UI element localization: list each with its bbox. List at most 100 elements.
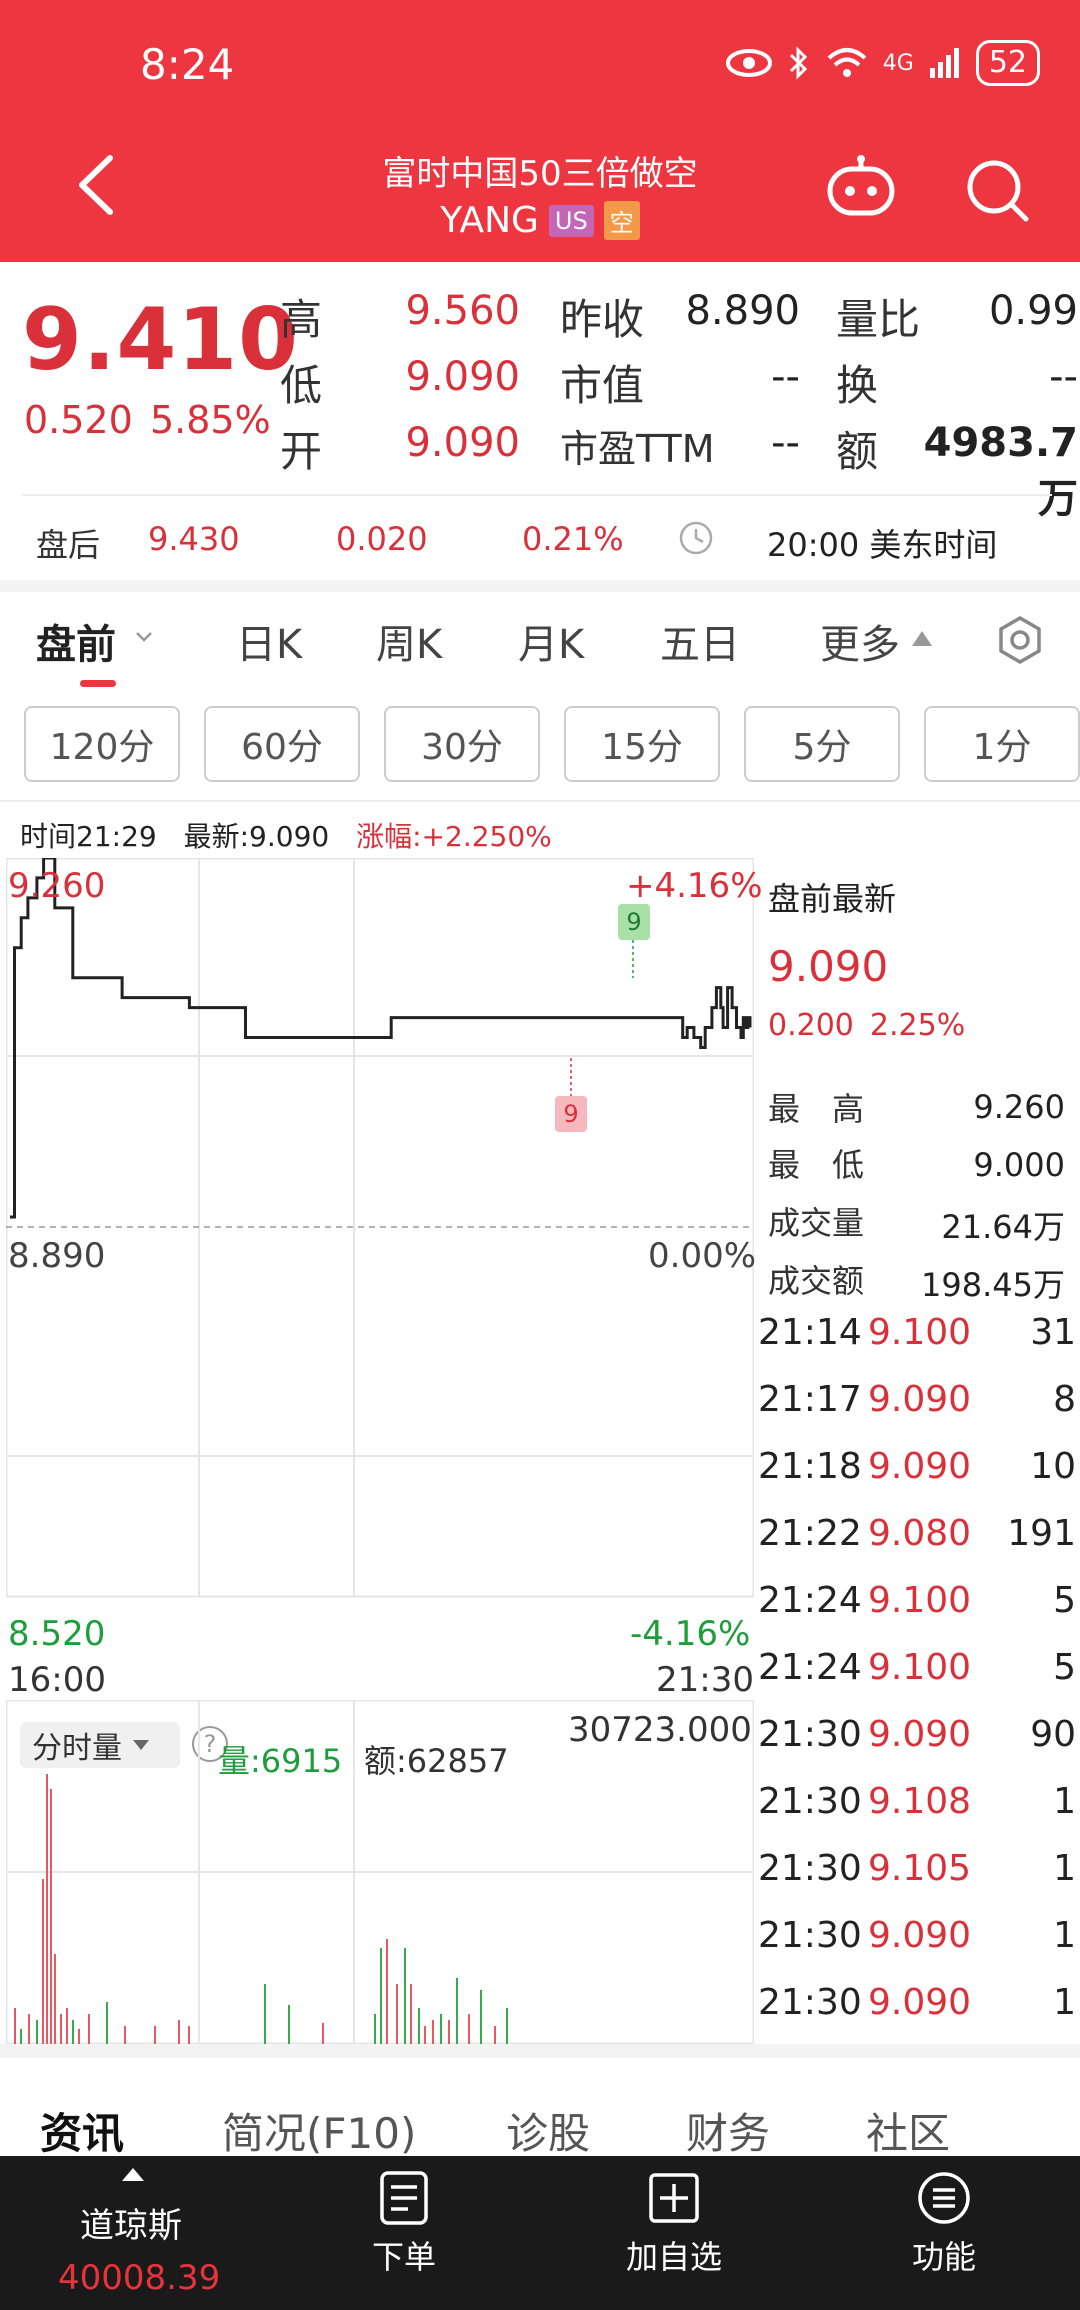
tab-community[interactable]: 社区 (866, 2100, 950, 2161)
volume-bar (46, 1774, 48, 2044)
network-label: 4G (882, 50, 914, 76)
tick-row: 21:17 9.090 8 (756, 1379, 1078, 1445)
chart-pct-mid: 0.00% (648, 1236, 757, 1276)
menu-circle-icon (918, 2172, 970, 2224)
volume-bar (106, 2002, 108, 2044)
stat-value-market-cap: -- (771, 354, 800, 400)
premarket-volume-value: 21.64万 (941, 1208, 1065, 1246)
tab-diagnosis[interactable]: 诊股 (506, 2100, 590, 2161)
tick-volume: 8 (1053, 1379, 1076, 1420)
chart-y-mid: 8.890 (8, 1236, 106, 1276)
premarket-volume-label: 成交量 (768, 1204, 865, 1242)
volume-bar (124, 2026, 126, 2044)
tick-time: 21:30 (758, 1982, 862, 2023)
tick-volume: 1 (1053, 1848, 1076, 1889)
index-name[interactable]: 道琼斯 (80, 2198, 182, 2247)
tick-time: 21:14 (758, 1312, 862, 1353)
chart-info-time: 时间21:29 (20, 820, 157, 853)
tick-price: 9.090 (868, 1714, 972, 1755)
premarket-amount-value: 198.45万 (921, 1266, 1065, 1304)
volume-bar (14, 2008, 16, 2044)
interval-120min[interactable]: 120分 (24, 706, 180, 782)
after-hours-change-pct: 0.21% (522, 520, 624, 558)
tab-profile-f10[interactable]: 简况(F10) (222, 2100, 416, 2161)
nav-order-button[interactable]: 下单 (304, 2170, 504, 2278)
tab-weekly-k[interactable]: 周K (376, 612, 442, 670)
stock-name: 富时中国50三倍做空 (382, 154, 698, 194)
chart-info-row: 时间21:29 最新:9.090 涨幅:+2.250% (20, 815, 552, 855)
volume-bar (66, 2008, 68, 2044)
tab-financials[interactable]: 财务 (686, 2100, 770, 2161)
tab-premarket[interactable]: 盘前 (36, 612, 116, 670)
index-value: 40008.39 (58, 2258, 221, 2298)
tick-price: 9.090 (868, 1915, 972, 1956)
volume-bar (432, 2020, 434, 2044)
tick-time: 21:30 (758, 1915, 862, 1956)
tick-price: 9.080 (868, 1513, 972, 1554)
volume-bar (380, 1948, 382, 2044)
tick-price: 9.100 (868, 1312, 972, 1353)
volume-bar (424, 2026, 426, 2044)
current-price: 9.410 (22, 290, 300, 390)
price-change: 0.520 (24, 398, 133, 442)
tick-price: 9.090 (868, 1446, 972, 1487)
nav-functions-button[interactable]: 功能 (844, 2170, 1044, 2278)
short-badge: 空 (603, 201, 640, 240)
tick-volume: 10 (1030, 1446, 1076, 1487)
premarket-latest-title: 盘前最新 (768, 880, 897, 918)
stat-value-prev-close: 8.890 (685, 288, 800, 334)
interval-1min[interactable]: 1分 (924, 706, 1080, 782)
premarket-low-label: 最 低 (768, 1146, 865, 1184)
tick-volume: 5 (1053, 1647, 1076, 1688)
tab-monthly-k[interactable]: 月K (518, 612, 584, 670)
volume-bar (456, 1978, 458, 2044)
volume-bar (188, 2026, 190, 2044)
interval-15min[interactable]: 15分 (564, 706, 720, 782)
chart-y-bottom: 8.520 (8, 1614, 106, 1654)
interval-30min[interactable]: 30分 (384, 706, 540, 782)
status-time: 8:24 (140, 40, 235, 89)
tab-news[interactable]: 资讯 (40, 2100, 124, 2161)
tab-more[interactable]: 更多 (820, 612, 900, 670)
premarket-high-label: 最 高 (768, 1090, 865, 1128)
nav-add-watchlist-button[interactable]: 加自选 (574, 2170, 774, 2278)
tick-row: 21:22 9.080 191 (756, 1513, 1078, 1579)
section-separator (0, 580, 1080, 592)
volume-bar (60, 2014, 62, 2044)
premarket-latest-change: 0.200 2.25% (768, 1008, 965, 1043)
volume-bar (72, 2020, 74, 2044)
robot-assistant-icon[interactable] (825, 155, 897, 219)
intraday-price-chart[interactable] (6, 858, 754, 1656)
tick-time: 21:24 (758, 1647, 862, 1688)
tick-volume: 31 (1030, 1312, 1076, 1353)
tick-row: 21:14 9.100 31 (756, 1312, 1078, 1378)
tick-row: 21:30 9.105 1 (756, 1848, 1078, 1914)
search-icon[interactable] (962, 155, 1032, 225)
after-hours-price: 9.430 (148, 520, 240, 558)
volume-chart[interactable] (6, 1700, 754, 2044)
after-hours-change: 0.020 (336, 520, 428, 558)
settings-hexagon-icon[interactable] (994, 614, 1046, 666)
after-hours-label: 盘后 (36, 526, 101, 564)
volume-bar (404, 1948, 406, 2044)
tab-five-day[interactable]: 五日 (660, 612, 740, 670)
tick-price: 9.090 (868, 1379, 972, 1420)
volume-bar (440, 2014, 442, 2044)
ticker-symbol: YANG (440, 200, 539, 241)
volume-bar (54, 1954, 56, 2044)
tick-time: 21:18 (758, 1446, 862, 1487)
tick-time: 21:30 (758, 1781, 862, 1822)
interval-5min[interactable]: 5分 (744, 706, 900, 782)
after-hours-time: 20:00 美东时间 (767, 526, 998, 564)
tab-daily-k[interactable]: 日K (236, 612, 302, 670)
premarket-change-value: 0.200 (768, 1008, 854, 1043)
chart-x-end: 21:30 (656, 1660, 754, 1700)
tick-time: 21:17 (758, 1379, 862, 1420)
battery-indicator: 52 (975, 40, 1040, 86)
volume-bar (418, 2008, 420, 2044)
signal-icon (929, 48, 959, 78)
interval-60min[interactable]: 60分 (204, 706, 360, 782)
volume-bar (448, 2020, 450, 2044)
stat-value-turnover: -- (1049, 354, 1078, 400)
clock-icon (679, 521, 713, 555)
